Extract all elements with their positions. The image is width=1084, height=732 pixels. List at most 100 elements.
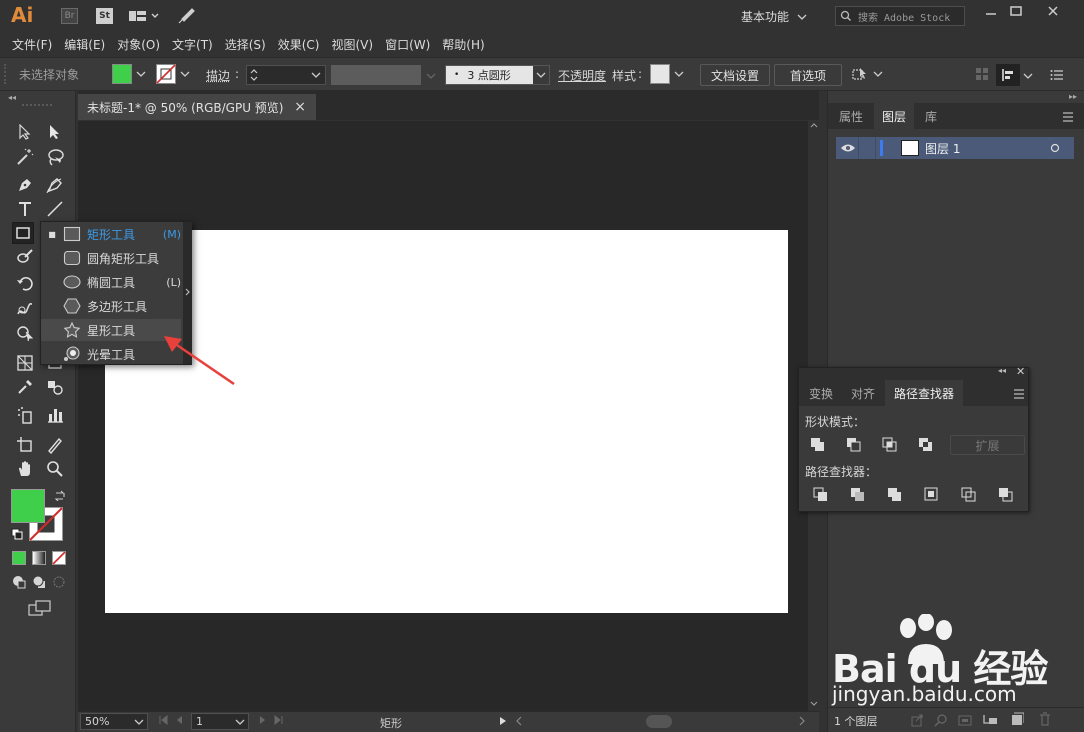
paintbrush-tool[interactable] bbox=[14, 246, 36, 268]
variable-width-profile[interactable] bbox=[331, 65, 421, 85]
gripper[interactable] bbox=[4, 64, 8, 84]
bridge-button[interactable]: Br bbox=[61, 8, 78, 24]
last-artboard-icon[interactable] bbox=[274, 715, 284, 725]
tab-transform[interactable]: 变换 bbox=[801, 380, 841, 406]
type-tool[interactable] bbox=[14, 198, 36, 220]
collapse-pathfinder-icon[interactable]: ◂◂ bbox=[998, 366, 1006, 375]
artboard-nav-next[interactable] bbox=[258, 715, 284, 725]
trim-icon[interactable] bbox=[850, 487, 866, 503]
fill-color-box-front[interactable] bbox=[11, 489, 45, 523]
hand-tool[interactable] bbox=[14, 458, 36, 480]
menu-edit[interactable]: 编辑(E) bbox=[58, 36, 111, 53]
gradient-mode-button[interactable] bbox=[32, 551, 46, 565]
menu-file[interactable]: 文件(F) bbox=[6, 36, 58, 53]
artboard-tool[interactable] bbox=[14, 434, 36, 456]
arrange-documents-button[interactable] bbox=[128, 9, 160, 23]
flyout-item-rounded-rectangle[interactable]: 圆角矩形工具 bbox=[41, 247, 181, 269]
divide-icon[interactable] bbox=[813, 487, 829, 503]
flyout-item-rectangle[interactable]: ■ 矩形工具 (M) bbox=[41, 223, 181, 245]
target-icon[interactable] bbox=[1050, 143, 1060, 153]
curvature-tool[interactable] bbox=[44, 174, 66, 196]
stroke-label[interactable]: 描边 bbox=[206, 67, 230, 84]
workspace-switcher[interactable]: 基本功能 bbox=[741, 8, 807, 25]
zoom-tool[interactable] bbox=[44, 458, 66, 480]
menu-select[interactable]: 选择(S) bbox=[219, 36, 272, 53]
lock-toggle[interactable] bbox=[858, 137, 876, 159]
artboard[interactable] bbox=[105, 230, 788, 613]
tab-pathfinder[interactable]: 路径查找器 bbox=[885, 380, 963, 406]
panel-menu-icon[interactable] bbox=[1062, 112, 1074, 122]
column-graph-tool[interactable] bbox=[44, 404, 66, 426]
intersect-icon[interactable] bbox=[882, 437, 898, 453]
locate-object-icon[interactable] bbox=[934, 713, 948, 727]
gpu-performance-icon[interactable] bbox=[177, 7, 197, 25]
collapse-dock-icon[interactable]: ▸▸ bbox=[1069, 92, 1077, 101]
artboard-nav-prev[interactable] bbox=[158, 715, 184, 725]
close-window-button[interactable] bbox=[1040, 4, 1066, 20]
merge-icon[interactable] bbox=[887, 487, 903, 503]
swap-fill-stroke-icon[interactable] bbox=[54, 489, 66, 501]
exclude-icon[interactable] bbox=[918, 437, 934, 453]
lasso-tool[interactable] bbox=[44, 146, 66, 168]
minus-front-icon[interactable] bbox=[846, 437, 862, 453]
stroke-color-picker[interactable] bbox=[156, 64, 190, 84]
maximize-button[interactable] bbox=[1005, 4, 1027, 20]
layer-row[interactable]: 图层 1 bbox=[836, 137, 1074, 159]
tab-libraries[interactable]: 库 bbox=[916, 103, 946, 129]
close-tab-icon[interactable]: × bbox=[294, 99, 306, 115]
opacity-label[interactable]: 不透明度 bbox=[558, 67, 606, 84]
close-pathfinder-icon[interactable]: ✕ bbox=[1016, 365, 1025, 378]
pen-tool[interactable] bbox=[14, 174, 36, 196]
perspective-grid-tool[interactable] bbox=[14, 352, 36, 374]
menu-help[interactable]: 帮助(H) bbox=[436, 36, 490, 53]
new-sublayer-icon[interactable] bbox=[982, 712, 998, 726]
symbol-sprayer-tool[interactable] bbox=[14, 404, 36, 426]
artboard-number-dropdown[interactable]: 1 bbox=[191, 713, 249, 730]
select-similar-button[interactable] bbox=[851, 66, 883, 82]
none-mode-button[interactable] bbox=[52, 551, 66, 565]
draw-normal-button[interactable] bbox=[12, 575, 26, 589]
flyout-item-polygon[interactable]: 多边形工具 bbox=[41, 295, 181, 317]
new-layer-icon[interactable] bbox=[1010, 712, 1024, 726]
tab-layers[interactable]: 图层 bbox=[874, 103, 914, 129]
chevron-down-icon[interactable] bbox=[1023, 72, 1033, 80]
tools-gripper[interactable] bbox=[22, 104, 52, 107]
clipping-mask-icon[interactable] bbox=[958, 713, 972, 727]
expand-button[interactable]: 扩展 bbox=[950, 435, 1025, 455]
rotate-tool[interactable] bbox=[14, 272, 36, 294]
next-artboard-icon[interactable] bbox=[258, 715, 268, 725]
draw-inside-button[interactable] bbox=[52, 575, 66, 589]
direct-selection-tool[interactable] bbox=[44, 121, 66, 143]
default-fill-stroke-icon[interactable] bbox=[11, 528, 23, 540]
scroll-down-icon[interactable] bbox=[808, 699, 820, 709]
line-segment-tool[interactable] bbox=[44, 198, 66, 220]
graphic-style-picker[interactable] bbox=[650, 64, 684, 84]
color-mode-button[interactable] bbox=[12, 551, 26, 565]
minus-back-icon[interactable] bbox=[998, 487, 1014, 503]
menu-object[interactable]: 对象(O) bbox=[111, 36, 166, 53]
tab-align[interactable]: 对齐 bbox=[843, 380, 883, 406]
crop-icon[interactable] bbox=[924, 487, 940, 503]
menu-effect[interactable]: 效果(C) bbox=[272, 36, 326, 53]
pathfinder-menu-icon[interactable] bbox=[1013, 389, 1025, 399]
shape-builder-tool[interactable] bbox=[14, 322, 36, 344]
brush-definition-dropdown[interactable]: • 3 点圆形 bbox=[445, 65, 550, 85]
outline-icon[interactable] bbox=[961, 487, 977, 503]
stock-button[interactable]: St bbox=[96, 8, 113, 24]
stock-search[interactable]: 搜索 Adobe Stock bbox=[835, 6, 965, 26]
first-artboard-icon[interactable] bbox=[158, 715, 168, 725]
blend-tool[interactable] bbox=[44, 376, 66, 398]
pathfinder-header[interactable] bbox=[799, 368, 1028, 380]
menu-view[interactable]: 视图(V) bbox=[325, 36, 379, 53]
menu-type[interactable]: 文字(T) bbox=[166, 36, 219, 53]
scroll-right-icon[interactable] bbox=[797, 716, 807, 726]
warp-tool[interactable] bbox=[14, 298, 36, 320]
selection-tool[interactable] bbox=[14, 121, 36, 143]
horizontal-scroll-thumb[interactable] bbox=[646, 715, 672, 728]
minimize-button[interactable] bbox=[980, 4, 1002, 20]
scroll-up-icon[interactable] bbox=[808, 120, 820, 130]
document-tab[interactable]: 未标题-1* @ 50% (RGB/GPU 预览) × bbox=[78, 94, 316, 120]
unite-icon[interactable] bbox=[810, 437, 826, 453]
magic-wand-tool[interactable] bbox=[14, 146, 36, 168]
menu-window[interactable]: 窗口(W) bbox=[379, 36, 436, 53]
